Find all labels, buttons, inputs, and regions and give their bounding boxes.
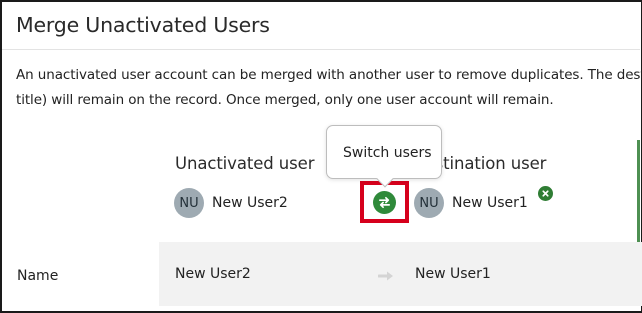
- unactivated-user-name: New User2: [212, 195, 288, 211]
- destination-user-name: New User1: [452, 195, 528, 211]
- dialog-description-line-1: An unactivated user account can be merge…: [16, 67, 642, 83]
- field-value-to: New User1: [415, 266, 491, 282]
- remove-destination-user-button[interactable]: [538, 186, 553, 201]
- switch-arrows-icon: [378, 196, 391, 209]
- dialog-title: Merge Unactivated Users: [16, 13, 270, 37]
- avatar-initials: NU: [419, 195, 439, 211]
- destination-user-avatar: NU: [414, 188, 444, 218]
- switch-users-tooltip: Switch users: [326, 125, 442, 188]
- dialog-description-line-2: title) will remain on the record. Once m…: [16, 92, 554, 108]
- field-value-from: New User2: [175, 266, 251, 282]
- unactivated-user-avatar: NU: [174, 188, 204, 218]
- close-icon: [542, 190, 549, 197]
- switch-users-button[interactable]: [373, 191, 396, 214]
- arrow-right-icon: [377, 267, 394, 286]
- tooltip-text: Switch users: [343, 145, 432, 161]
- dialog-header: Merge Unactivated Users: [2, 2, 640, 50]
- field-label-name: Name: [17, 268, 59, 284]
- unactivated-user-heading: Unactivated user: [175, 154, 315, 173]
- avatar-initials: NU: [179, 195, 199, 211]
- edge-accent-bar: [637, 140, 640, 242]
